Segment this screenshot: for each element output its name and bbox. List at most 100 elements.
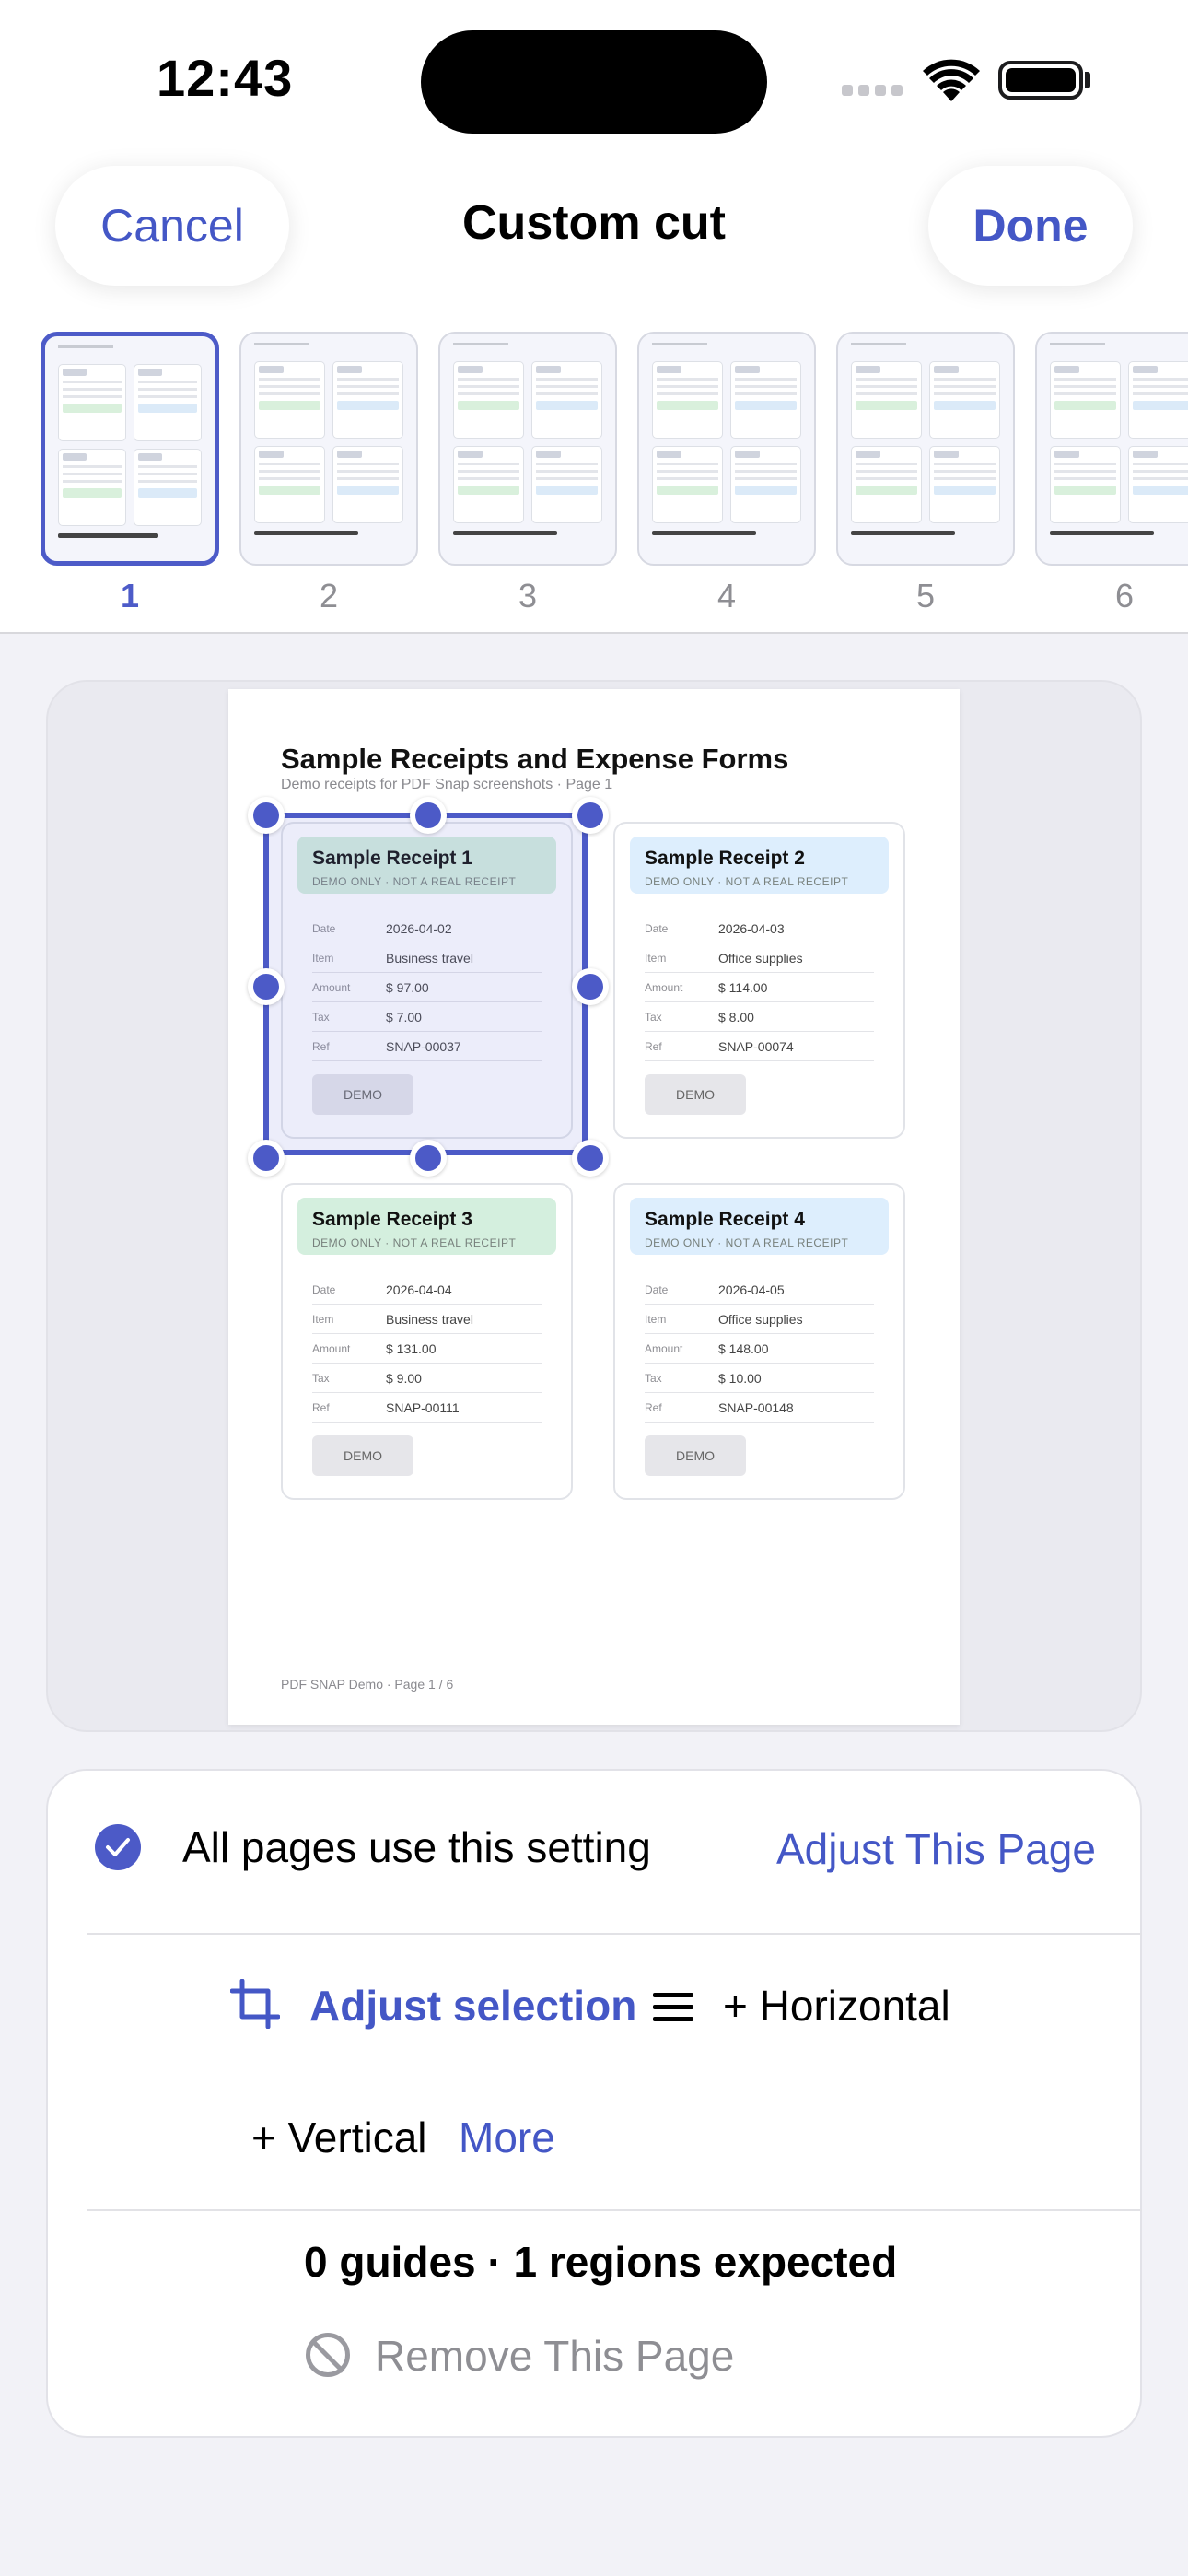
mini-receipt — [332, 446, 403, 523]
crop-handle[interactable] — [410, 1140, 447, 1177]
field-label: Item — [645, 951, 667, 965]
thumbnail-card — [1035, 332, 1188, 566]
battery-tip — [1085, 72, 1090, 88]
add-horizontal-button[interactable]: + Horizontal — [723, 1981, 950, 2031]
battery-icon — [998, 61, 1083, 100]
crop-selection[interactable] — [263, 813, 588, 1155]
thumbnail-number: 2 — [319, 577, 339, 615]
field-value: $ 10.00 — [718, 1370, 762, 1386]
field-value: $ 131.00 — [386, 1341, 437, 1356]
receipt-header: Sample Receipt 2 DEMO ONLY · NOT A REAL R… — [630, 837, 889, 894]
crop-handle[interactable] — [572, 968, 609, 1005]
document-footer: PDF SNAP Demo · Page 1 / 6 — [281, 1677, 454, 1692]
page-thumbnail-strip: 1 2 3 4 5 6 — [41, 332, 1188, 615]
mini-receipt — [58, 364, 126, 441]
crop-handle[interactable] — [248, 797, 285, 834]
thumbnail-card — [637, 332, 816, 566]
divider — [87, 1933, 1142, 1935]
page-thumbnail[interactable]: 6 — [1035, 332, 1188, 615]
field-label: Amount — [645, 1341, 683, 1355]
field-value: Office supplies — [718, 1311, 803, 1327]
divider — [87, 2209, 1142, 2211]
mini-receipt — [531, 361, 602, 439]
mini-receipt — [134, 449, 202, 526]
divider — [0, 632, 1188, 634]
adjust-this-page-button[interactable]: Adjust This Page — [776, 1824, 1096, 1874]
receipt-row: Date 2026-04-05 — [645, 1275, 874, 1305]
mini-receipt — [1050, 361, 1121, 439]
mini-receipt — [730, 361, 801, 439]
thumbnail-number: 3 — [518, 577, 538, 615]
field-value: $ 114.00 — [718, 979, 768, 995]
mini-receipt — [929, 446, 1000, 523]
field-value: SNAP-00111 — [386, 1399, 460, 1415]
dynamic-island — [421, 30, 767, 134]
guides-summary: 0 guides · 1 regions expected — [304, 2238, 898, 2286]
field-value: $ 9.00 — [386, 1370, 422, 1386]
add-vertical-button[interactable]: + Vertical — [251, 2113, 427, 2162]
field-label: Item — [312, 1312, 334, 1326]
receipt-row: Ref SNAP-00148 — [645, 1393, 874, 1423]
receipt-tag: DEMO ONLY · NOT A REAL RECEIPT — [645, 1236, 849, 1249]
page-thumbnail[interactable]: 3 — [438, 332, 617, 615]
receipt-title: Sample Receipt 3 — [312, 1209, 472, 1230]
field-label: Item — [645, 1312, 667, 1326]
crop-icon[interactable] — [230, 1979, 280, 2029]
thumbnail-card — [239, 332, 418, 566]
field-label: Ref — [645, 1400, 662, 1414]
mini-receipt — [453, 361, 524, 439]
remove-page-button[interactable]: Remove This Page — [375, 2331, 734, 2381]
demo-button: DEMO — [645, 1074, 746, 1115]
field-label: Amount — [645, 980, 683, 994]
menu-icon[interactable] — [653, 1993, 693, 2029]
document-title: Sample Receipts and Expense Forms — [281, 743, 789, 775]
checkmark-icon[interactable] — [95, 1824, 141, 1870]
page-thumbnail[interactable]: 2 — [239, 332, 418, 615]
mini-receipt — [851, 446, 922, 523]
crop-handle[interactable] — [572, 797, 609, 834]
page-thumbnail[interactable]: 4 — [637, 332, 816, 615]
receipt-row: Item Office supplies — [645, 943, 874, 973]
receipt-row: Amount $ 148.00 — [645, 1334, 874, 1364]
crop-handle[interactable] — [410, 797, 447, 834]
page-thumbnail[interactable]: 5 — [836, 332, 1015, 615]
mini-receipt — [652, 361, 723, 439]
field-value: $ 8.00 — [718, 1009, 754, 1025]
field-label: Date — [312, 1282, 336, 1296]
crop-handle[interactable] — [572, 1140, 609, 1177]
mini-receipt — [851, 361, 922, 439]
receipt-card: Sample Receipt 3 DEMO ONLY · NOT A REAL R… — [281, 1183, 573, 1500]
field-value: SNAP-00148 — [718, 1399, 794, 1415]
receipt-title: Sample Receipt 4 — [645, 1209, 805, 1230]
crop-handle[interactable] — [248, 968, 285, 1005]
cellular-signal-icon — [842, 85, 903, 96]
mini-receipt — [332, 361, 403, 439]
done-button[interactable]: Done — [928, 166, 1133, 286]
receipt-title: Sample Receipt 2 — [645, 848, 805, 869]
mini-receipt — [1128, 446, 1188, 523]
receipt-header: Sample Receipt 4 DEMO ONLY · NOT A REAL R… — [630, 1198, 889, 1255]
receipt-row: Tax $ 8.00 — [645, 1002, 874, 1032]
receipt-row: Tax $ 10.00 — [645, 1364, 874, 1393]
receipt-row: Amount $ 131.00 — [312, 1334, 542, 1364]
thumbnail-number: 4 — [716, 577, 737, 615]
thumbnail-number: 1 — [120, 577, 140, 615]
receipt-row: Tax $ 9.00 — [312, 1364, 542, 1393]
demo-button: DEMO — [645, 1435, 746, 1476]
adjust-selection-button[interactable]: Adjust selection — [309, 1981, 636, 2031]
wifi-icon — [923, 59, 980, 101]
page-thumbnail[interactable]: 1 — [41, 332, 219, 615]
more-button[interactable]: More — [459, 2113, 555, 2162]
all-pages-label[interactable]: All pages use this setting — [182, 1822, 651, 1872]
status-time: 12:43 — [157, 49, 294, 107]
field-value: 2026-04-05 — [718, 1282, 785, 1297]
field-value: SNAP-00074 — [718, 1038, 794, 1054]
field-label: Tax — [312, 1371, 330, 1385]
field-label: Amount — [312, 1341, 351, 1355]
receipt-header: Sample Receipt 3 DEMO ONLY · NOT A REAL R… — [297, 1198, 556, 1255]
field-label: Tax — [645, 1371, 662, 1385]
mini-receipt — [730, 446, 801, 523]
mini-receipt — [1128, 361, 1188, 439]
mini-receipt — [929, 361, 1000, 439]
crop-handle[interactable] — [248, 1140, 285, 1177]
